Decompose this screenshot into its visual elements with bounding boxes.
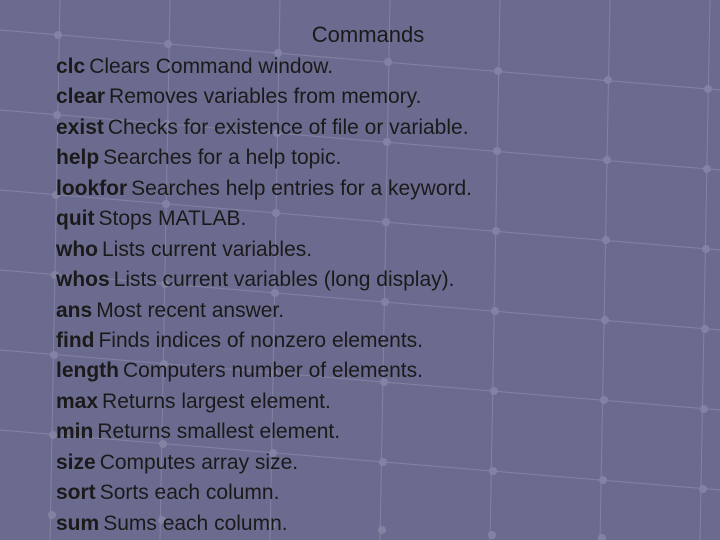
content-area: Commands clcClears Command window.clearR… — [56, 22, 680, 539]
command-row: quitStops MATLAB. — [56, 204, 680, 234]
command-name: who — [56, 238, 98, 261]
command-description: Searches for a help topic. — [103, 146, 341, 169]
command-row: sizeComputes array size. — [56, 448, 680, 478]
command-name: clc — [56, 55, 85, 78]
command-row: ansMost recent answer. — [56, 296, 680, 326]
command-name: size — [56, 451, 96, 474]
command-row: maxReturns largest element. — [56, 387, 680, 417]
command-row: sumSums each column. — [56, 509, 680, 539]
command-description: Computes array size. — [100, 451, 298, 474]
command-description: Sums each column. — [103, 512, 287, 535]
command-name: min — [56, 420, 93, 443]
command-description: Clears Command window. — [89, 55, 333, 78]
command-description: Removes variables from memory. — [109, 85, 421, 108]
command-list: clcClears Command window.clearRemoves va… — [56, 52, 680, 539]
slide-title: Commands — [128, 22, 608, 48]
command-description: Most recent answer. — [96, 299, 284, 322]
command-description: Lists current variables (long display). — [114, 268, 455, 291]
command-description: Returns largest element. — [102, 390, 331, 413]
command-name: exist — [56, 116, 104, 139]
command-row: existChecks for existence of file or var… — [56, 113, 680, 143]
command-description: Sorts each column. — [100, 481, 280, 504]
command-name: sum — [56, 512, 99, 535]
command-row: whoLists current variables. — [56, 235, 680, 265]
command-name: sort — [56, 481, 96, 504]
command-name: max — [56, 390, 98, 413]
command-description: Returns smallest element. — [97, 420, 340, 443]
command-description: Stops MATLAB. — [98, 207, 246, 230]
command-name: length — [56, 359, 119, 382]
command-row: whosLists current variables (long displa… — [56, 265, 680, 295]
command-row: findFinds indices of nonzero elements. — [56, 326, 680, 356]
command-name: whos — [56, 268, 110, 291]
command-description: Checks for existence of file or variable… — [108, 116, 469, 139]
command-name: quit — [56, 207, 94, 230]
command-name: clear — [56, 85, 105, 108]
command-row: clcClears Command window. — [56, 52, 680, 82]
command-description: Searches help entries for a keyword. — [131, 177, 472, 200]
command-row: minReturns smallest element. — [56, 417, 680, 447]
command-description: Lists current variables. — [102, 238, 312, 261]
command-name: find — [56, 329, 94, 352]
command-row: sortSorts each column. — [56, 478, 680, 508]
command-row: helpSearches for a help topic. — [56, 143, 680, 173]
command-row: lookforSearches help entries for a keywo… — [56, 174, 680, 204]
command-name: help — [56, 146, 99, 169]
slide: Commands clcClears Command window.clearR… — [0, 0, 720, 540]
command-description: Finds indices of nonzero elements. — [98, 329, 423, 352]
command-description: Computers number of elements. — [123, 359, 423, 382]
command-name: lookfor — [56, 177, 127, 200]
command-row: clearRemoves variables from memory. — [56, 82, 680, 112]
command-name: ans — [56, 299, 92, 322]
command-row: lengthComputers number of elements. — [56, 356, 680, 386]
